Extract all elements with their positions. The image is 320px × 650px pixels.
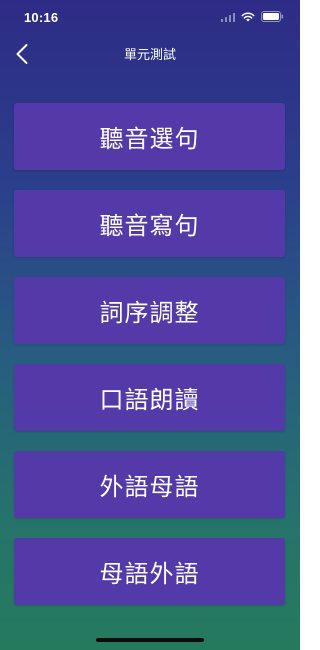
test-menu-list: 聽音選句 聽音寫句 詞序調整 口語朗讀 外語母語 母語外語 bbox=[14, 103, 285, 605]
page-title: 單元測試 bbox=[123, 48, 176, 63]
status-bar: 10:16 bbox=[0, 0, 300, 34]
oral-reading-button[interactable]: 口語朗讀 bbox=[14, 364, 285, 431]
word-order-button[interactable]: 詞序調整 bbox=[14, 277, 285, 344]
foreign-to-native-button[interactable]: 外語母語 bbox=[14, 451, 285, 518]
status-icons bbox=[220, 11, 285, 22]
status-time: 10:16 bbox=[24, 10, 59, 25]
listen-write-sentence-button[interactable]: 聽音寫句 bbox=[14, 190, 285, 257]
home-indicator[interactable] bbox=[96, 638, 204, 642]
signal-icon bbox=[220, 12, 235, 22]
listen-choose-sentence-button[interactable]: 聽音選句 bbox=[14, 103, 285, 170]
native-to-foreign-button[interactable]: 母語外語 bbox=[14, 538, 285, 605]
battery-icon bbox=[261, 11, 284, 22]
wifi-icon bbox=[241, 11, 255, 22]
navigation-bar: 單元測試 bbox=[0, 34, 300, 74]
app-screen: 10:16 單元測試 聽音選句 聽音寫句 詞序調整 口語朗讀 外語母語 母語外語 bbox=[0, 0, 300, 650]
